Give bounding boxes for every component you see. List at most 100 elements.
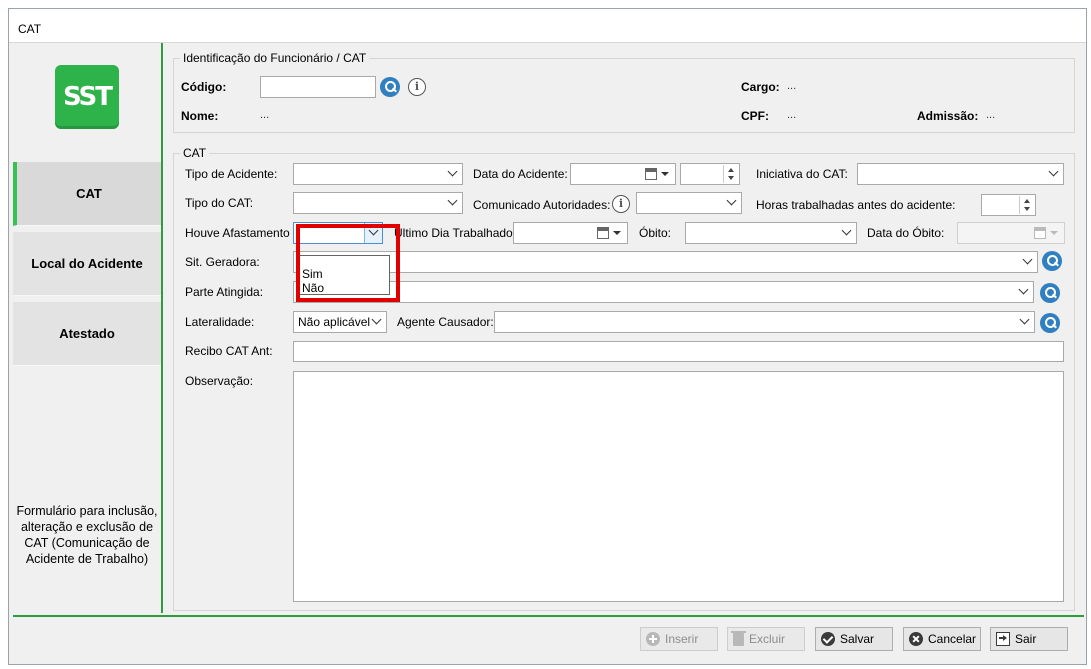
info-icon[interactable]: i (408, 78, 426, 96)
chevron-down-icon (726, 195, 737, 206)
sidebar-item-cat[interactable]: CAT (13, 162, 161, 226)
parte-atingida-select[interactable] (293, 281, 1034, 303)
afastamento-dropdown-list: Sim Não (298, 255, 390, 295)
info-icon[interactable]: i (612, 195, 630, 213)
sair-button[interactable]: Sair (990, 627, 1068, 651)
lateralidade-select[interactable]: Não aplicável (293, 311, 387, 333)
iniciativa-select[interactable] (857, 163, 1064, 185)
obito-select[interactable] (685, 222, 857, 244)
sidebar-item-label: Atestado (59, 326, 115, 341)
sidebar-description: Formulário para inclusão, alteração e ex… (16, 504, 158, 566)
inserir-button[interactable]: Inserir (640, 627, 718, 651)
tipo-cat-label: Tipo do CAT: (185, 196, 254, 210)
nome-value: ... (260, 109, 270, 121)
window-content: SST CAT Local do Acidente Atestado Formu… (13, 43, 1084, 613)
calendar-icon (597, 227, 609, 239)
inserir-label: Inserir (665, 632, 699, 646)
observacao-label: Observação: (185, 374, 254, 388)
text-cursor (297, 226, 298, 240)
search-icon[interactable] (380, 77, 400, 97)
plus-icon (646, 632, 660, 646)
dropdown-arrow-icon (1050, 231, 1058, 235)
ultimo-dia-label: Último Dia Trabalhado: (394, 226, 517, 240)
tipo-acidente-select[interactable] (293, 163, 463, 185)
recibo-input[interactable] (293, 341, 1064, 362)
chevron-down-icon (841, 225, 852, 236)
spinner-arrows-icon[interactable] (723, 165, 738, 183)
agente-causador-select[interactable] (494, 311, 1035, 333)
sit-geradora-select[interactable] (293, 251, 1038, 273)
ultimo-dia-picker[interactable] (513, 222, 628, 244)
cpf-value: ... (787, 109, 797, 121)
sair-label: Sair (1015, 632, 1037, 646)
data-obito-label: Data do Óbito: (867, 226, 945, 240)
sidebar: SST CAT Local do Acidente Atestado Formu… (13, 43, 163, 613)
parte-atingida-label: Parte Atingida: (185, 285, 264, 299)
data-acidente-label: Data do Acidente: (473, 167, 568, 181)
dropdown-option-nao[interactable]: Não (302, 281, 324, 295)
codigo-input[interactable] (260, 76, 376, 98)
salvar-label: Salvar (840, 632, 875, 646)
tipo-acidente-label: Tipo de Acidente: (185, 167, 278, 181)
salvar-button[interactable]: Salvar (815, 627, 893, 651)
chevron-down-icon (368, 225, 379, 236)
sidebar-item-label: Local do Acidente (31, 256, 143, 271)
sidebar-item-label: CAT (76, 186, 102, 201)
codigo-label: Código: (181, 80, 227, 94)
cat-window: CAT SST CAT Local do Acidente Atestado F… (8, 8, 1087, 665)
spinner-arrows-icon[interactable] (1019, 196, 1034, 214)
cancel-icon (909, 632, 923, 646)
chevron-down-icon (371, 314, 382, 325)
sidebar-item-local-do-acidente[interactable]: Local do Acidente (13, 232, 161, 296)
dropdown-arrow-icon (661, 172, 669, 176)
sst-logo: SST (55, 65, 119, 129)
lateralidade-value: Não aplicável (298, 315, 371, 329)
cancelar-button[interactable]: Cancelar (903, 627, 981, 651)
obito-label: Óbito: (639, 226, 672, 240)
admissao-label: Admissão: (917, 109, 979, 123)
afastamento-select[interactable] (293, 222, 383, 244)
observacao-textarea[interactable] (293, 371, 1064, 602)
admissao-value: ... (986, 109, 996, 121)
horas-spinner[interactable] (981, 194, 1036, 216)
chevron-down-icon (1048, 166, 1059, 177)
sidebar-item-atestado[interactable]: Atestado (13, 302, 161, 366)
cat-legend: CAT (183, 146, 207, 160)
chevron-down-icon (1019, 314, 1030, 325)
dropdown-button[interactable] (364, 223, 382, 243)
nome-label: Nome: (181, 109, 219, 123)
lateralidade-label: Lateralidade: (185, 315, 255, 329)
dropdown-arrow-icon (613, 231, 621, 235)
comunicado-select[interactable] (636, 192, 742, 214)
data-acidente-picker[interactable] (570, 163, 676, 185)
window-title: CAT (18, 22, 42, 36)
window-titlebar: CAT (9, 9, 1086, 43)
chevron-down-icon (1022, 254, 1033, 265)
tipo-cat-select[interactable] (293, 192, 463, 214)
horas-label: Horas trabalhadas antes do acidente: (756, 198, 956, 212)
excluir-button[interactable]: Excluir (727, 627, 805, 651)
cpf-label: CPF: (741, 109, 769, 123)
cancelar-label: Cancelar (928, 632, 977, 646)
afastamento-label: Houve Afastamento (185, 226, 290, 240)
chevron-down-icon (447, 195, 458, 206)
main-panel: Identificação do Funcionário / CAT Códig… (171, 43, 1084, 613)
check-icon (821, 632, 835, 646)
search-icon[interactable] (1040, 313, 1060, 333)
dropdown-option-sim[interactable]: Sim (302, 267, 323, 281)
chevron-down-icon (447, 166, 458, 177)
search-icon[interactable] (1040, 283, 1060, 303)
sit-geradora-label: Sit. Geradora: (185, 255, 260, 269)
calendar-icon (645, 168, 657, 180)
agente-causador-label: Agente Causador: (397, 315, 494, 329)
recibo-label: Recibo CAT Ant: (185, 344, 273, 358)
data-obito-picker[interactable] (957, 222, 1065, 244)
excluir-label: Excluir (749, 632, 786, 646)
cargo-value: ... (787, 80, 797, 92)
trash-icon (731, 630, 746, 646)
comunicado-label: Comunicado Autoridades: (473, 198, 611, 212)
exit-icon (996, 632, 1010, 646)
hora-acidente-spinner[interactable] (680, 163, 740, 185)
chevron-down-icon (1018, 284, 1029, 295)
search-icon[interactable] (1042, 251, 1062, 271)
